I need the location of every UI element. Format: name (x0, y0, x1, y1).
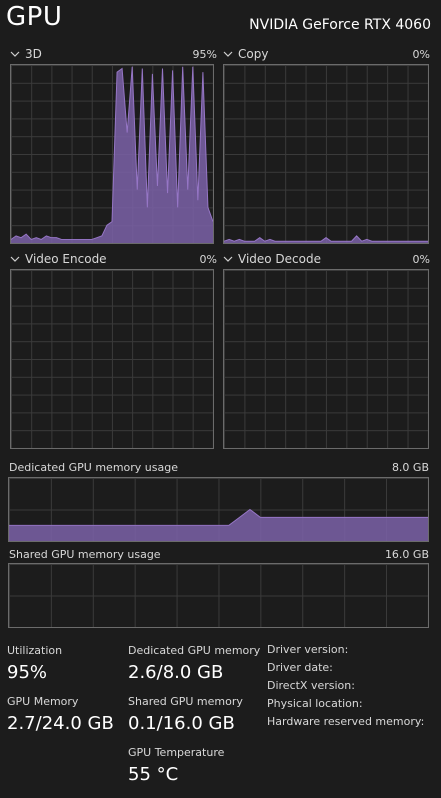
utilization-value: 95% (7, 662, 48, 683)
graph-percent-copy: 0% (412, 48, 430, 61)
graph-percent-3d: 95% (192, 48, 217, 61)
graph-3d (10, 64, 214, 244)
graph-video-encode (10, 269, 214, 449)
chevron-down-icon[interactable] (9, 253, 21, 265)
dedicated-memory-max: 8.0 GB (391, 461, 429, 474)
graph-video-decode (223, 269, 429, 449)
chevron-down-icon[interactable] (222, 48, 234, 60)
gpu-info-list: Driver version: Driver date: DirectX ver… (267, 641, 424, 731)
dedicated-memory-label: Dedicated GPU memory usage (9, 461, 178, 474)
directx-version-label: DirectX version: (267, 679, 355, 692)
pane-header-video-decode[interactable]: Video Decode (222, 252, 321, 266)
graph-percent-video-decode: 0% (412, 253, 430, 266)
series-area (224, 235, 428, 243)
graph-label-3d: 3D (25, 47, 42, 61)
utilization-label: Utilization (7, 644, 63, 657)
graph-copy (223, 64, 429, 244)
pane-header-copy[interactable]: Copy (222, 47, 268, 61)
chevron-down-icon[interactable] (9, 48, 21, 60)
page-title: GPU (6, 2, 63, 32)
graph-label-video-encode: Video Encode (25, 252, 107, 266)
graph-label-video-decode: Video Decode (238, 252, 321, 266)
gpu-memory-label: GPU Memory (7, 695, 79, 708)
gpu-memory-value: 2.7/24.0 GB (7, 713, 114, 734)
pane-header-3d[interactable]: 3D (9, 47, 42, 61)
graph-3d-plot (11, 66, 213, 243)
graph-dedicated-memory-plot (9, 508, 428, 541)
gpu-temperature-label: GPU Temperature (128, 746, 225, 759)
hardware-reserved-memory-label: Hardware reserved memory: (267, 715, 425, 728)
pane-header-video-encode[interactable]: Video Encode (9, 252, 107, 266)
shared-memory-max: 16.0 GB (384, 548, 429, 561)
graph-dedicated-memory (8, 477, 429, 542)
driver-date-label: Driver date: (267, 661, 333, 674)
dedicated-memory-stat-value: 2.6/8.0 GB (128, 662, 224, 683)
gpu-temperature-value: 55 °C (128, 764, 179, 785)
shared-memory-stat-label: Shared GPU memory (128, 695, 243, 708)
graph-shared-memory (8, 563, 429, 628)
dedicated-memory-stat-label: Dedicated GPU memory (128, 644, 261, 657)
physical-location-label: Physical location: (267, 697, 363, 710)
graph-label-copy: Copy (238, 47, 269, 61)
shared-memory-label: Shared GPU memory usage (9, 548, 161, 561)
shared-memory-stat-value: 0.1/16.0 GB (128, 713, 235, 734)
graph-percent-video-encode: 0% (199, 253, 217, 266)
graph-copy-plot (224, 235, 428, 243)
gpu-device-name: NVIDIA GeForce RTX 4060 (249, 17, 431, 33)
driver-version-label: Driver version: (267, 643, 349, 656)
chevron-down-icon[interactable] (222, 253, 234, 265)
